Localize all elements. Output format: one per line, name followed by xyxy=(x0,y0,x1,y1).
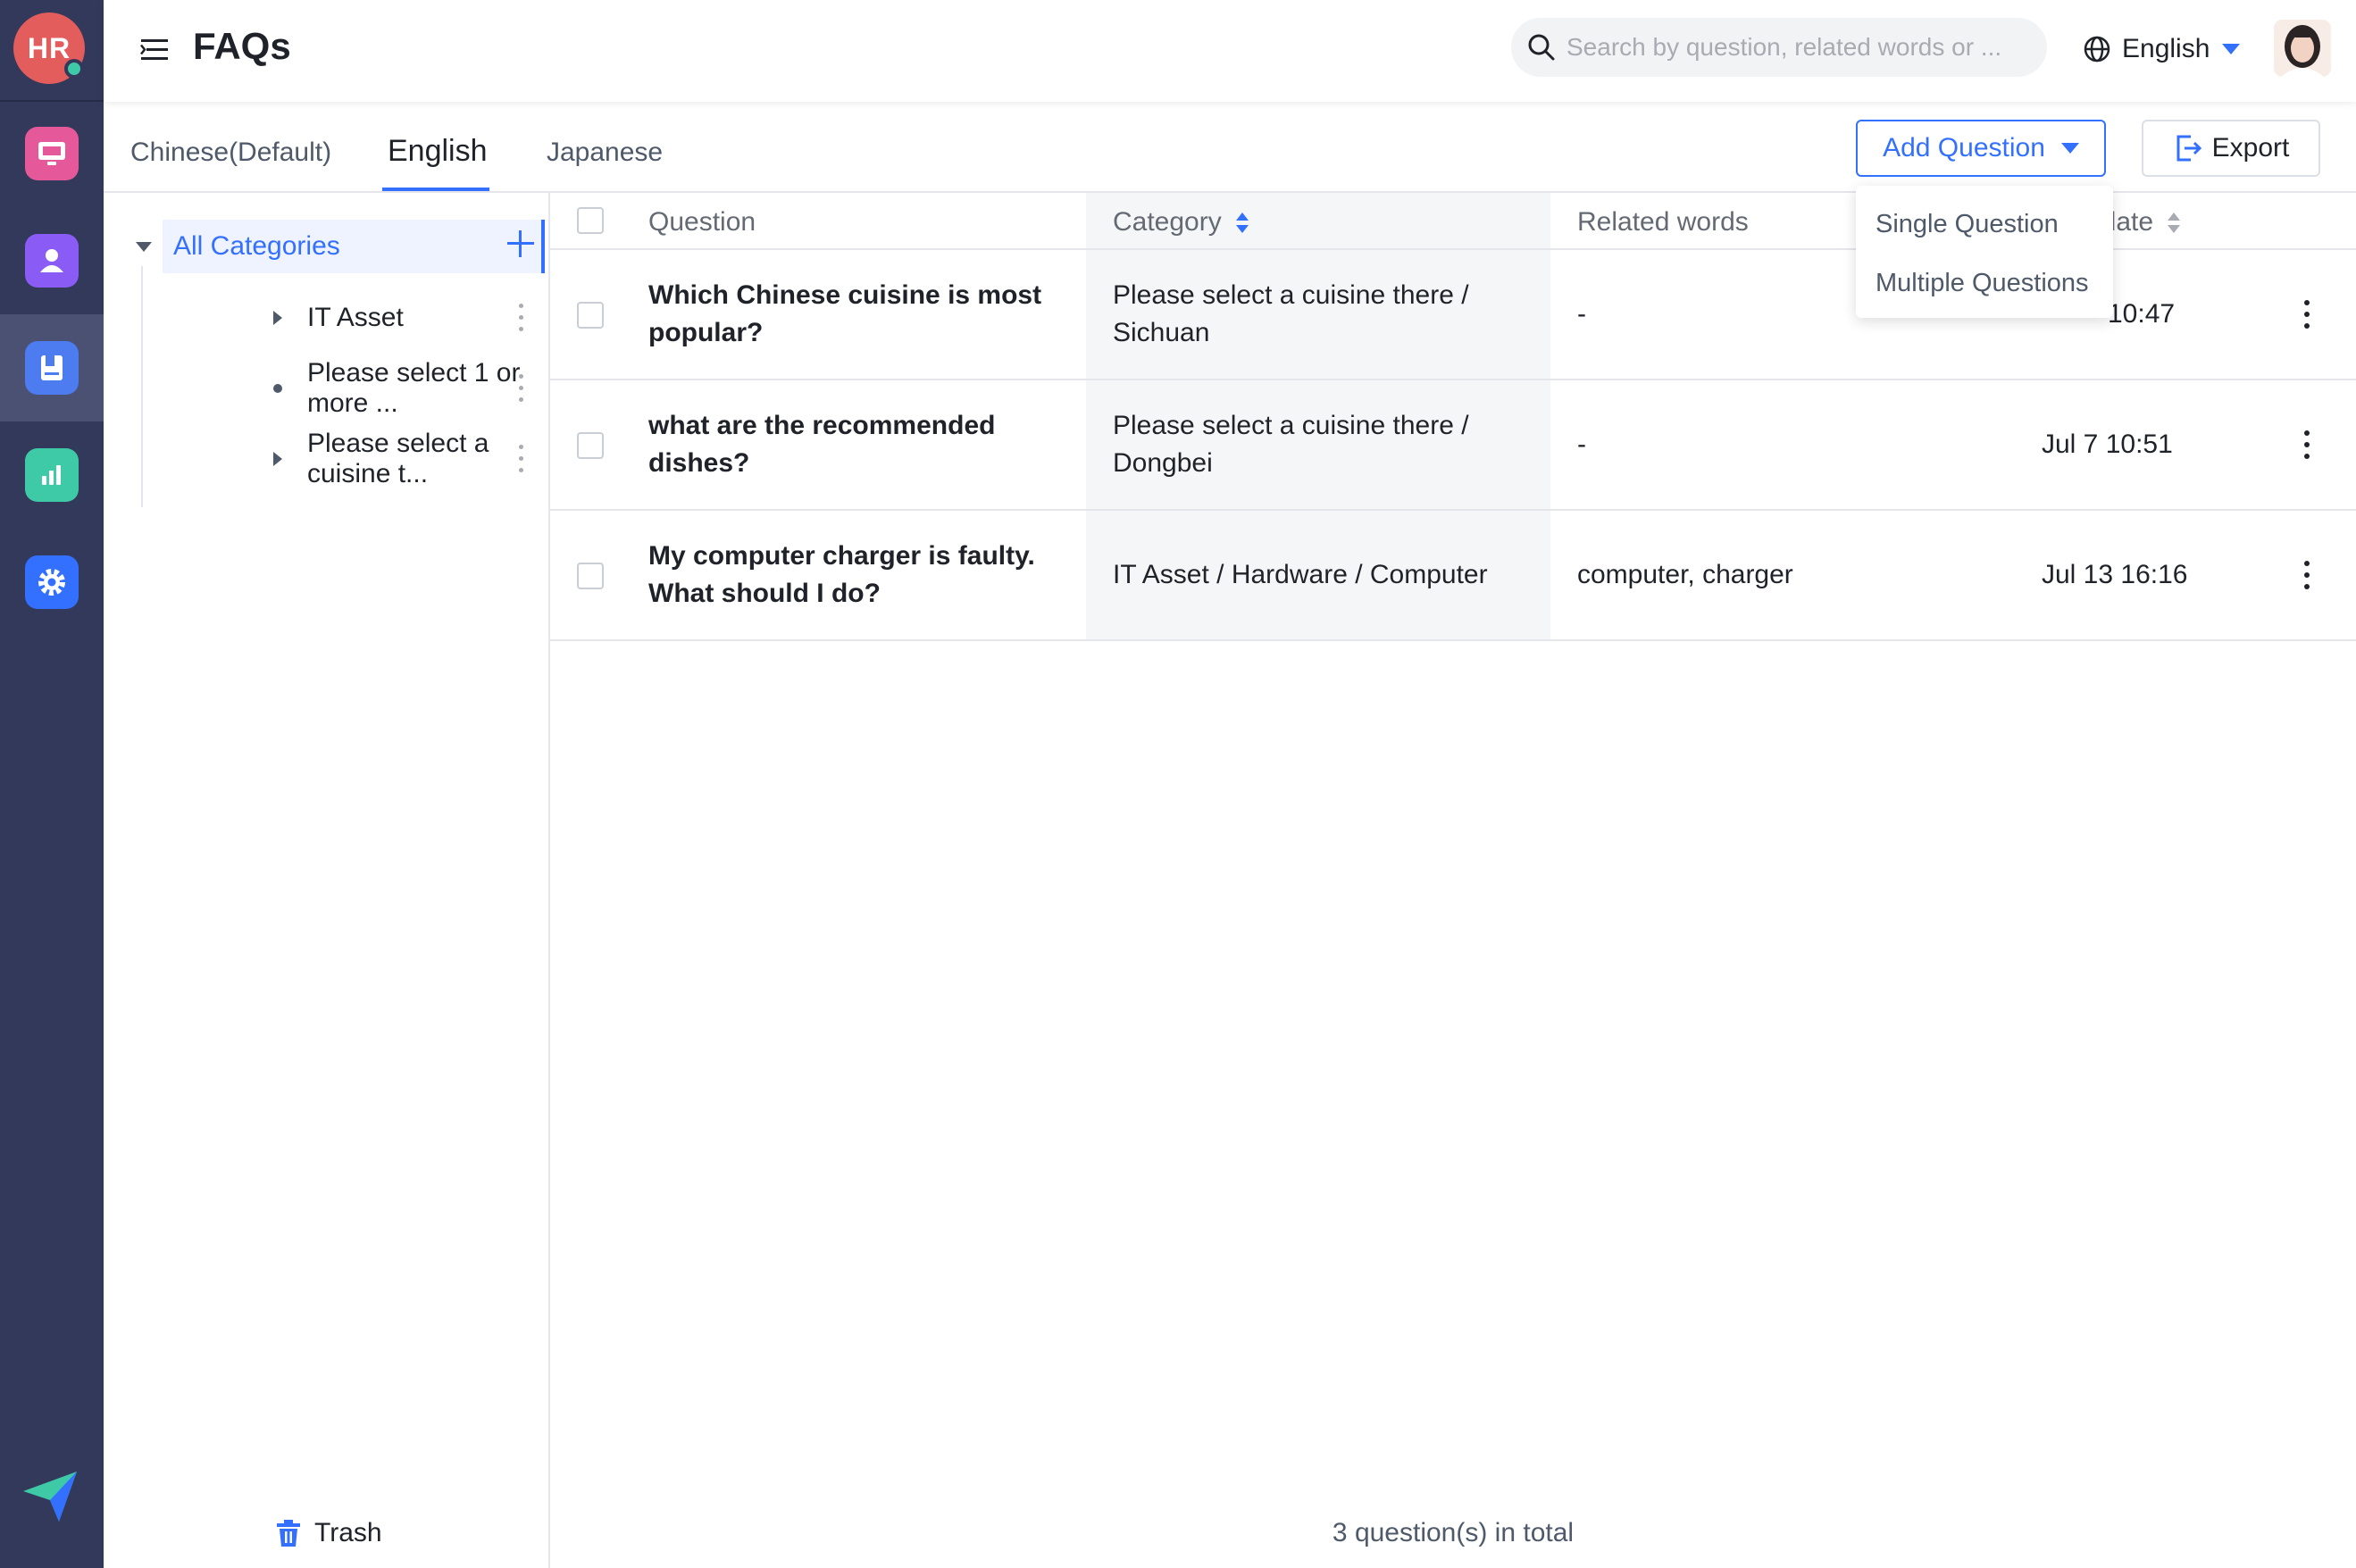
rail-item-employees[interactable] xyxy=(0,207,104,314)
caret-right-icon[interactable] xyxy=(273,452,282,466)
tab-chinese[interactable]: Chinese(Default) xyxy=(130,138,331,168)
tree-guide-line xyxy=(141,266,143,507)
globe-icon xyxy=(2084,36,2110,63)
search-icon xyxy=(1528,34,1555,61)
trash-icon xyxy=(277,1520,300,1547)
category-more-icon[interactable] xyxy=(519,445,524,477)
page-title: FAQs xyxy=(193,25,291,67)
question-text[interactable]: Which Chinese cuisine is most popular? xyxy=(648,277,1059,352)
chevron-down-icon xyxy=(2222,44,2241,54)
related-words: computer, charger xyxy=(1577,560,1793,589)
row-more-icon[interactable] xyxy=(2304,300,2310,335)
row-more-icon[interactable] xyxy=(2304,430,2310,465)
category-item-it-asset[interactable]: IT Asset xyxy=(163,291,545,345)
add-category-icon[interactable] xyxy=(507,230,534,257)
menu-item-multiple-questions[interactable]: Multiple Questions xyxy=(1856,254,2113,313)
workplace-icon xyxy=(25,127,79,180)
menu-item-single-question[interactable]: Single Question xyxy=(1856,195,2113,254)
category-more-icon[interactable] xyxy=(519,304,524,336)
org-initials: HR xyxy=(27,31,71,64)
active-tab-indicator xyxy=(382,188,489,191)
sort-icon[interactable] xyxy=(2168,213,2181,234)
related-words: - xyxy=(1577,299,1586,329)
category-label: IT Asset xyxy=(307,303,404,332)
last-update: Jul 7 10:51 xyxy=(2042,430,2173,459)
caret-down-icon[interactable] xyxy=(136,242,152,252)
last-update: 10:47 xyxy=(2108,299,2176,329)
category-path: Please select a cuisine there / Sichuan xyxy=(1113,280,1469,347)
question-text[interactable]: what are the recommended dishes? xyxy=(648,407,1059,482)
category-sidebar: All Categories IT Asset Please select 1 … xyxy=(104,193,550,1568)
rail-item-faq[interactable] xyxy=(0,314,104,421)
trash-button[interactable]: Trash xyxy=(275,1518,382,1548)
trash-label: Trash xyxy=(314,1518,382,1547)
category-label: Please select 1 or more ... xyxy=(307,358,521,418)
chevron-down-icon xyxy=(2060,143,2079,154)
table-row[interactable]: what are the recommended dishes? Please … xyxy=(550,380,2356,511)
add-question-menu: Single Question Multiple Questions xyxy=(1856,186,2113,318)
rail-item-workplace[interactable] xyxy=(0,100,104,207)
question-text[interactable]: My computer charger is faulty. What shou… xyxy=(648,538,1059,613)
tab-english[interactable]: English xyxy=(388,134,488,169)
category-item-multi-select[interactable]: Please select 1 or more ... xyxy=(163,358,545,418)
category-path: Please select a cuisine there / Dongbei xyxy=(1113,411,1469,478)
column-header-category-label: Category xyxy=(1113,207,1222,237)
table-row[interactable]: My computer charger is faulty. What shou… xyxy=(550,511,2356,641)
category-item-cuisine[interactable]: Please select a cuisine t... xyxy=(163,429,545,488)
rail-item-settings[interactable] xyxy=(0,529,104,636)
select-all-checkbox[interactable] xyxy=(577,207,604,234)
top-header: FAQs English xyxy=(104,0,2356,102)
column-header-related-words: Related words xyxy=(1577,207,1749,237)
language-selector[interactable]: English xyxy=(2083,27,2241,71)
column-header-category[interactable]: Category xyxy=(1113,207,1249,238)
add-question-label: Add Question xyxy=(1883,133,2045,163)
total-count: 3 question(s) in total xyxy=(1332,1518,1575,1547)
menu-toggle-icon[interactable] xyxy=(139,34,171,66)
send-plane-icon[interactable] xyxy=(20,1464,82,1527)
settings-icon xyxy=(25,555,79,609)
app-rail: HR xyxy=(0,0,104,1568)
add-question-button[interactable]: Add Question xyxy=(1856,120,2106,177)
category-more-icon[interactable] xyxy=(519,374,524,406)
user-avatar[interactable] xyxy=(2274,20,2331,77)
row-checkbox[interactable] xyxy=(577,432,604,459)
category-path: IT Asset / Hardware / Computer xyxy=(1113,560,1488,589)
related-words: - xyxy=(1577,430,1586,459)
rail-item-analytics[interactable] xyxy=(0,421,104,529)
column-header-question: Question xyxy=(648,207,756,237)
export-icon xyxy=(2176,135,2201,162)
row-more-icon[interactable] xyxy=(2304,561,2310,596)
search-box[interactable] xyxy=(1511,18,2047,77)
tab-japanese[interactable]: Japanese xyxy=(547,138,663,168)
faq-book-icon xyxy=(25,341,79,395)
export-label: Export xyxy=(2211,133,2290,163)
row-checkbox[interactable] xyxy=(577,302,604,329)
caret-right-icon[interactable] xyxy=(273,311,282,325)
analytics-icon xyxy=(25,448,79,502)
category-all[interactable]: All Categories xyxy=(163,220,545,273)
row-checkbox[interactable] xyxy=(577,563,604,589)
last-update: Jul 13 16:16 xyxy=(2042,560,2188,589)
export-button[interactable]: Export xyxy=(2142,120,2320,177)
employee-icon xyxy=(25,234,79,288)
online-status-dot xyxy=(64,59,84,79)
category-label: Please select a cuisine t... xyxy=(307,429,489,488)
category-all-label: All Categories xyxy=(173,231,340,261)
search-input[interactable] xyxy=(1566,33,2031,62)
bullet-icon xyxy=(273,384,282,393)
language-label: English xyxy=(2122,34,2210,63)
sort-icon[interactable] xyxy=(1235,213,1249,234)
